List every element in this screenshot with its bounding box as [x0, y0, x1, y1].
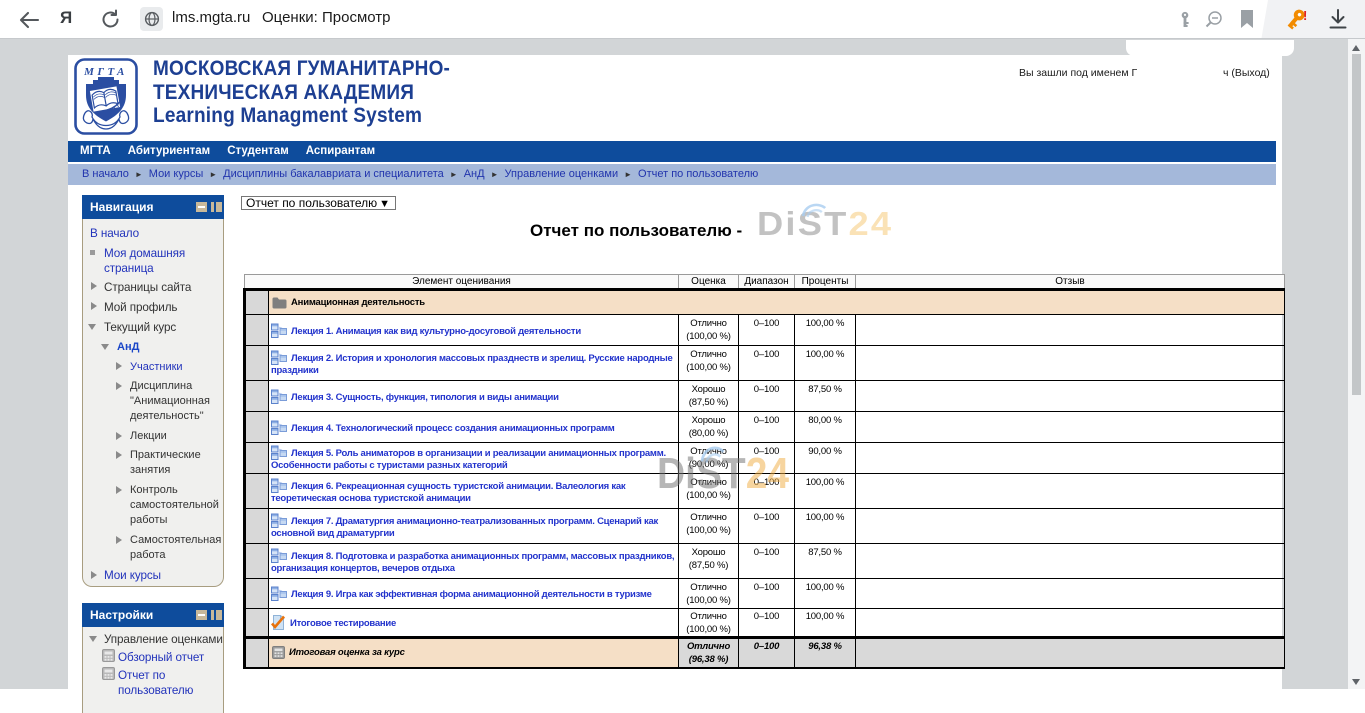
- svg-text:МГТА: МГТА: [83, 66, 128, 78]
- svg-text:!: !: [1303, 8, 1307, 23]
